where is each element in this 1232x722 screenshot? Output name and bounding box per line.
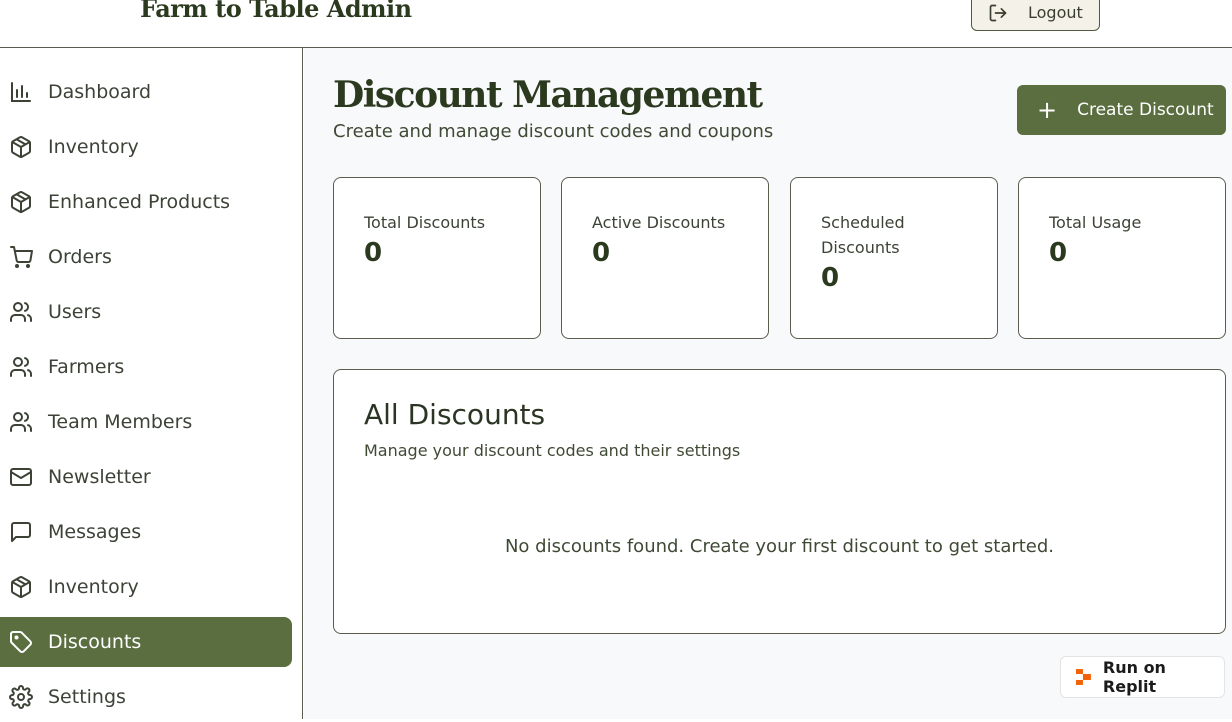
replit-badge-label: Run on Replit — [1102, 658, 1166, 696]
stat-value: 0 — [821, 263, 840, 293]
stat-value: 0 — [592, 238, 611, 268]
users-icon — [8, 299, 34, 325]
plus-icon: + — [1037, 96, 1058, 124]
bar-chart-icon — [8, 79, 34, 105]
stat-card-scheduled-discounts: Scheduled Discounts 0 — [790, 177, 998, 339]
sidebar-item-label: Inventory — [48, 576, 139, 598]
sidebar-item-enhanced-products[interactable]: Enhanced Products — [0, 177, 292, 227]
panel-title: All Discounts — [364, 398, 546, 431]
package-icon — [8, 189, 34, 215]
users-icon — [8, 354, 34, 380]
replit-logo-icon — [1075, 669, 1091, 685]
gear-icon — [8, 684, 34, 710]
empty-state-message: No discounts found. Create your first di… — [504, 536, 1055, 557]
page-title: Discount Management — [333, 74, 763, 116]
logout-icon — [989, 4, 1007, 21]
sidebar-item-orders[interactable]: Orders — [0, 232, 292, 282]
sidebar-item-label: Farmers — [48, 356, 125, 378]
main-content: Discount Management Create and manage di… — [304, 48, 1232, 719]
app-brand: Farm to Table Admin — [140, 0, 412, 23]
stat-label: Total Usage — [1049, 213, 1142, 232]
sidebar-item-label: Dashboard — [48, 81, 152, 103]
sidebar-item-dashboard[interactable]: Dashboard — [0, 67, 292, 117]
stat-label: Active Discounts — [592, 213, 726, 232]
sidebar-item-messages[interactable]: Messages — [0, 507, 292, 557]
sidebar-item-discounts[interactable]: Discounts — [0, 617, 292, 667]
sidebar-item-label: Discounts — [48, 631, 142, 653]
top-header: Farm to Table Admin Logout — [0, 0, 1232, 48]
sidebar-item-label: Users — [48, 301, 102, 323]
package-icon — [8, 574, 34, 600]
sidebar-item-label: Team Members — [48, 411, 193, 433]
sidebar-item-label: Enhanced Products — [48, 191, 231, 213]
create-discount-label: Create Discount — [1077, 100, 1214, 120]
tag-icon — [8, 629, 34, 655]
create-discount-button[interactable]: + Create Discount — [1017, 85, 1226, 135]
stat-label: Scheduled Discounts — [821, 213, 905, 257]
sidebar-item-label: Inventory — [48, 136, 139, 158]
cart-icon — [8, 244, 34, 270]
sidebar-item-inventory-secondary[interactable]: Inventory — [0, 562, 292, 612]
run-on-replit-button[interactable]: Run on Replit — [1060, 656, 1225, 698]
stat-value: 0 — [1049, 238, 1068, 268]
sidebar: Dashboard Inventory Enhanced Products Or… — [0, 48, 303, 719]
logout-button[interactable]: Logout — [971, 0, 1100, 31]
stat-card-total-usage: Total Usage 0 — [1018, 177, 1226, 339]
sidebar-item-label: Orders — [48, 246, 112, 268]
sidebar-item-farmers[interactable]: Farmers — [0, 342, 292, 392]
users-icon — [8, 409, 34, 435]
sidebar-item-users[interactable]: Users — [0, 287, 292, 337]
page-subtitle: Create and manage discount codes and cou… — [333, 121, 774, 142]
stat-value: 0 — [364, 238, 383, 268]
sidebar-item-team-members[interactable]: Team Members — [0, 397, 292, 447]
logout-label: Logout — [1028, 3, 1083, 22]
all-discounts-panel: All Discounts Manage your discount codes… — [333, 369, 1226, 634]
stat-card-active-discounts: Active Discounts 0 — [561, 177, 769, 339]
sidebar-item-label: Messages — [48, 521, 142, 543]
sidebar-item-label: Newsletter — [48, 466, 151, 488]
stat-card-total-discounts: Total Discounts 0 — [333, 177, 541, 339]
sidebar-item-newsletter[interactable]: Newsletter — [0, 452, 292, 502]
stat-label: Total Discounts — [364, 213, 486, 232]
package-icon — [8, 134, 34, 160]
sidebar-item-inventory[interactable]: Inventory — [0, 122, 292, 172]
panel-subtitle: Manage your discount codes and their set… — [364, 441, 741, 460]
message-icon — [8, 519, 34, 545]
mail-icon — [8, 464, 34, 490]
sidebar-item-label: Settings — [48, 686, 126, 708]
sidebar-item-settings[interactable]: Settings — [0, 672, 292, 722]
